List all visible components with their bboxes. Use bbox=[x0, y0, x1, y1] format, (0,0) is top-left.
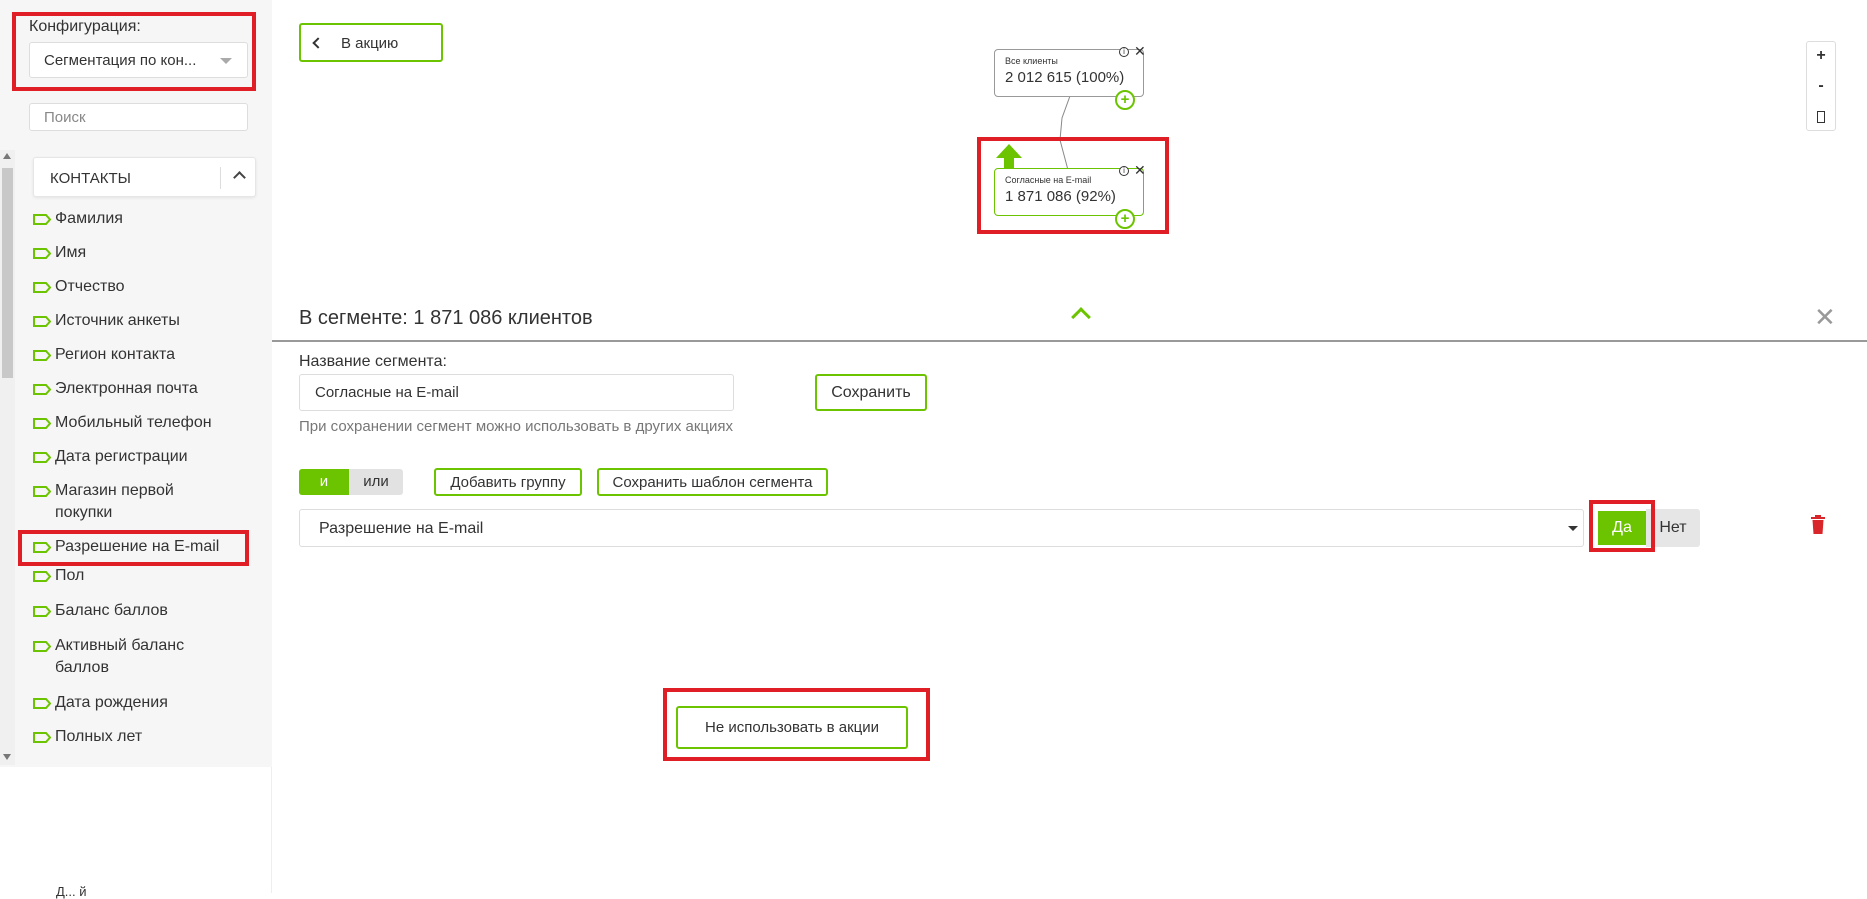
and-toggle-option[interactable]: и bbox=[299, 469, 349, 495]
tree-connector bbox=[1059, 96, 1071, 171]
field-label: Магазин первой покупки bbox=[55, 482, 174, 521]
back-to-campaign-button[interactable]: В акцию bbox=[299, 23, 443, 62]
tag-icon bbox=[33, 641, 51, 652]
tag-icon bbox=[33, 384, 51, 395]
tag-icon bbox=[33, 452, 51, 463]
info-icon[interactable]: i bbox=[1119, 47, 1129, 57]
chevron-left-icon bbox=[312, 37, 324, 49]
tag-icon bbox=[33, 418, 51, 429]
tag-icon bbox=[33, 282, 51, 293]
chevron-down-icon[interactable] bbox=[220, 58, 232, 64]
divider bbox=[272, 340, 1867, 342]
sidebar-field-first-purchase-store[interactable]: Магазин первой покупки bbox=[33, 480, 205, 524]
sidebar-field-firstname[interactable]: Имя bbox=[33, 242, 255, 264]
save-button[interactable]: Сохранить bbox=[815, 374, 927, 411]
sidebar-bottom-text: Д... й bbox=[56, 884, 87, 899]
sidebar-field-gender[interactable]: Пол bbox=[33, 565, 255, 587]
node-title: Согласные на E-mail bbox=[1005, 175, 1092, 185]
trash-icon[interactable] bbox=[1811, 515, 1825, 534]
tree-node-all-clients[interactable]: Все клиенты 2 012 615 (100%) i ✕ + bbox=[994, 44, 1146, 110]
field-label: Активный баланс баллов bbox=[55, 637, 185, 676]
sidebar-field-active-balance[interactable]: Активный баланс баллов bbox=[33, 635, 205, 679]
chevron-up-icon[interactable] bbox=[233, 171, 246, 184]
segment-name-label: Название сегмента: bbox=[299, 353, 447, 370]
config-select[interactable]: Сегментация по кон... bbox=[29, 42, 248, 78]
field-label: Пол bbox=[55, 567, 85, 584]
segment-title: В сегменте: 1 871 086 клиентов bbox=[299, 307, 593, 329]
sidebar-field-registration-date[interactable]: Дата регистрации bbox=[33, 446, 255, 468]
field-label: Мобильный телефон bbox=[55, 414, 212, 431]
do-not-use-in-campaign-button[interactable]: Не использовать в акции bbox=[676, 706, 908, 749]
sidebar-field-region[interactable]: Регион контакта bbox=[33, 344, 255, 366]
node-value: 2 012 615 (100%) bbox=[1005, 69, 1125, 86]
config-label: Конфигурация: bbox=[29, 18, 141, 35]
sidebar-field-age[interactable]: Полных лет bbox=[33, 726, 255, 748]
tag-icon bbox=[33, 732, 51, 743]
fit-screen-button[interactable] bbox=[1807, 111, 1835, 141]
tag-icon bbox=[33, 316, 51, 327]
close-icon[interactable]: ✕ bbox=[1134, 44, 1146, 58]
tag-icon bbox=[33, 698, 51, 709]
section-header-contacts[interactable]: КОНТАКТЫ bbox=[33, 157, 256, 197]
section-title: КОНТАКТЫ bbox=[50, 170, 131, 187]
add-group-button[interactable]: Добавить группу bbox=[434, 468, 582, 496]
tag-icon bbox=[33, 542, 51, 553]
field-label: Имя bbox=[55, 244, 87, 261]
info-icon[interactable]: i bbox=[1119, 166, 1129, 176]
sidebar-bottom-panel bbox=[0, 767, 272, 893]
yes-option-button[interactable]: Да bbox=[1598, 511, 1646, 545]
save-segment-template-button[interactable]: Сохранить шаблон сегмента bbox=[597, 468, 828, 496]
back-button-label: В акцию bbox=[341, 35, 399, 52]
tag-icon bbox=[33, 214, 51, 225]
add-child-plus-icon[interactable]: + bbox=[1115, 90, 1135, 110]
tag-icon bbox=[33, 248, 51, 259]
field-label: Дата регистрации bbox=[55, 448, 188, 465]
zoom-out-button[interactable]: - bbox=[1807, 72, 1835, 102]
sidebar: Конфигурация: Сегментация по кон... КОНТ… bbox=[0, 0, 272, 767]
close-icon[interactable]: ✕ bbox=[1134, 163, 1146, 177]
add-child-plus-icon[interactable]: + bbox=[1115, 209, 1135, 229]
field-label: Фамилия bbox=[55, 210, 123, 227]
sidebar-field-phone[interactable]: Мобильный телефон bbox=[33, 412, 255, 434]
zoom-in-button[interactable]: + bbox=[1807, 42, 1835, 72]
sidebar-field-email-permission[interactable]: Разрешение на E-mail bbox=[33, 536, 255, 558]
no-option-button[interactable]: Нет bbox=[1646, 509, 1700, 547]
tag-icon bbox=[33, 486, 51, 497]
node-value: 1 871 086 (92%) bbox=[1005, 188, 1116, 205]
segment-name-input[interactable] bbox=[299, 374, 734, 411]
fit-screen-icon bbox=[1817, 111, 1825, 123]
scroll-down-arrow-icon[interactable] bbox=[3, 754, 11, 760]
field-label: Дата рождения bbox=[55, 694, 168, 711]
close-panel-icon[interactable]: ✕ bbox=[1814, 304, 1836, 330]
tag-icon bbox=[33, 571, 51, 582]
field-label: Баланс баллов bbox=[55, 602, 168, 619]
or-toggle-option[interactable]: или bbox=[349, 469, 403, 495]
sidebar-field-birth-date[interactable]: Дата рождения bbox=[33, 692, 255, 714]
sidebar-field-source[interactable]: Источник анкеты bbox=[33, 310, 255, 332]
field-label: Регион контакта bbox=[55, 346, 176, 363]
tree-node-email-consent[interactable]: Согласные на E-mail 1 871 086 (92%) i ✕ … bbox=[994, 163, 1146, 229]
field-label: Электронная почта bbox=[55, 380, 198, 397]
and-or-toggle: и или bbox=[299, 469, 403, 495]
condition-field-select[interactable]: Разрешение на E-mail bbox=[299, 509, 1584, 547]
search-input[interactable] bbox=[29, 103, 248, 131]
field-label: Отчество bbox=[55, 278, 125, 295]
sidebar-field-patronymic[interactable]: Отчество bbox=[33, 276, 255, 298]
sidebar-field-email[interactable]: Электронная почта bbox=[33, 378, 255, 400]
divider bbox=[220, 167, 221, 189]
field-label: Источник анкеты bbox=[55, 312, 180, 329]
tag-icon bbox=[33, 350, 51, 361]
chevron-down-icon[interactable] bbox=[1568, 526, 1578, 531]
zoom-controls: + - bbox=[1806, 41, 1836, 131]
sidebar-field-lastname[interactable]: Фамилия bbox=[33, 208, 255, 230]
sidebar-field-points-balance[interactable]: Баланс баллов bbox=[33, 600, 255, 622]
node-title: Все клиенты bbox=[1005, 56, 1058, 66]
field-label: Полных лет bbox=[55, 728, 143, 745]
scroll-up-arrow-icon[interactable] bbox=[3, 153, 11, 159]
tag-icon bbox=[33, 606, 51, 617]
save-hint-text: При сохранении сегмент можно использоват… bbox=[299, 418, 734, 435]
field-label: Разрешение на E-mail bbox=[55, 538, 220, 555]
collapse-chevron-up-icon[interactable] bbox=[1071, 307, 1091, 327]
scrollbar-thumb[interactable] bbox=[2, 168, 13, 378]
